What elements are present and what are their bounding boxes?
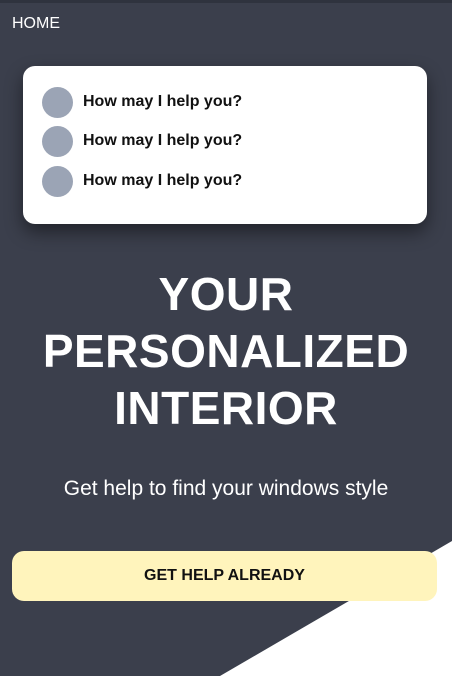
- hero-title-line: YOUR: [158, 268, 294, 320]
- home-link[interactable]: HOME: [12, 15, 60, 33]
- help-option-label: How may I help you?: [83, 172, 243, 189]
- hero-title-line: PERSONALIZED: [42, 325, 410, 377]
- get-help-button[interactable]: GET HELP ALREADY: [12, 551, 437, 601]
- avatar: [42, 165, 73, 197]
- help-option[interactable]: How may I help you?: [42, 125, 242, 157]
- help-option-label: How may I help you?: [83, 132, 243, 149]
- help-option-label: How may I help you?: [83, 93, 243, 110]
- hero-title: YOUR PERSONALIZED INTERIOR: [0, 266, 452, 437]
- avatar: [42, 86, 73, 118]
- hero-title-line: INTERIOR: [114, 382, 338, 434]
- help-option[interactable]: How may I help you?: [42, 165, 242, 197]
- help-card: How may I help you? How may I help you? …: [23, 66, 427, 224]
- hero-subtitle: Get help to find your windows style: [63, 477, 389, 500]
- help-option[interactable]: How may I help you?: [42, 86, 242, 118]
- avatar: [42, 125, 73, 157]
